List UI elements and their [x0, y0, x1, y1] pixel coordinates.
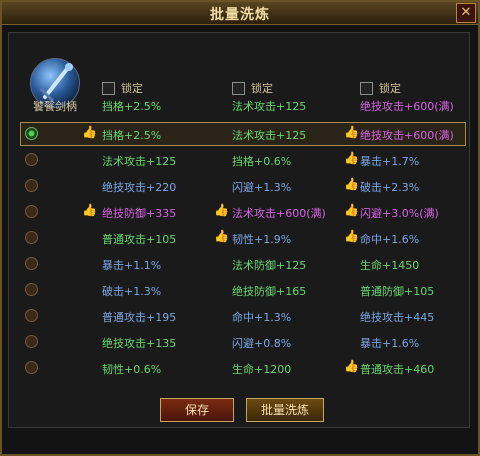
- thumbs-up-icon: 👍: [344, 229, 359, 243]
- attribute-cell: 普通攻击+460: [360, 363, 435, 376]
- checkbox-icon[interactable]: [102, 81, 115, 95]
- batch-refine-button[interactable]: 批量洗炼: [246, 398, 324, 422]
- row-radio-button[interactable]: [25, 309, 38, 322]
- current-attr-2: 法术攻击+125: [232, 100, 307, 113]
- row-radio-button[interactable]: [25, 127, 38, 140]
- attribute-cell: 绝技攻击+220: [102, 181, 177, 194]
- lock-checkbox-2[interactable]: 锁定: [232, 80, 273, 96]
- row-radio-button[interactable]: [25, 257, 38, 270]
- thumbs-up-icon: 👍: [214, 203, 229, 217]
- attribute-cell: 绝技攻击+445: [360, 311, 435, 324]
- attribute-cell: 闪避+3.0%(满): [360, 207, 439, 220]
- row-radio-button[interactable]: [25, 179, 38, 192]
- save-button[interactable]: 保存: [160, 398, 234, 422]
- row-radio-button[interactable]: [25, 283, 38, 296]
- lock-label: 锁定: [121, 82, 143, 95]
- attribute-cell: 闪避+0.8%: [232, 337, 292, 350]
- lock-label: 锁定: [379, 82, 401, 95]
- thumbs-up-icon: 👍: [82, 125, 97, 139]
- row-radio-button[interactable]: [25, 205, 38, 218]
- attribute-cell: 命中+1.6%: [360, 233, 420, 246]
- row-radio-button[interactable]: [25, 361, 38, 374]
- attribute-cell: 普通攻击+105: [102, 233, 177, 246]
- thumbs-up-icon: 👍: [344, 125, 359, 139]
- attribute-cell: 普通攻击+195: [102, 311, 177, 324]
- refine-window: 批量洗炼 ✕ 饕餮剑柄 锁定 锁定 锁定 挡格+2.5% 法术攻击+125 绝技…: [0, 0, 480, 456]
- attribute-cell: 绝技攻击+135: [102, 337, 177, 350]
- attribute-cell: 闪避+1.3%: [232, 181, 292, 194]
- lock-checkbox-3[interactable]: 锁定: [360, 80, 401, 96]
- attribute-cell: 挡格+0.6%: [232, 155, 292, 168]
- attribute-cell: 法术攻击+600(满): [232, 207, 326, 220]
- attribute-cell: 绝技防御+165: [232, 285, 307, 298]
- thumbs-up-icon: 👍: [344, 359, 359, 373]
- title-bar[interactable]: 批量洗炼 ✕: [2, 2, 478, 25]
- window-title: 批量洗炼: [210, 7, 270, 23]
- attribute-cell: 暴击+1.6%: [360, 337, 420, 350]
- lock-label: 锁定: [251, 82, 273, 95]
- attribute-cell: 生命+1200: [232, 363, 292, 376]
- attribute-cell: 暴击+1.7%: [360, 155, 420, 168]
- row-radio-button[interactable]: [25, 335, 38, 348]
- checkbox-icon[interactable]: [360, 81, 373, 95]
- row-radio-button[interactable]: [25, 231, 38, 244]
- attribute-cell: 挡格+2.5%: [102, 129, 162, 142]
- attribute-cell: 破击+2.3%: [360, 181, 420, 194]
- attribute-cell: 法术攻击+125: [232, 129, 307, 142]
- lock-checkbox-1[interactable]: 锁定: [102, 80, 143, 96]
- attribute-cell: 绝技防御+335: [102, 207, 177, 220]
- thumbs-up-icon: 👍: [214, 229, 229, 243]
- attribute-cell: 暴击+1.1%: [102, 259, 162, 272]
- attribute-cell: 韧性+1.9%: [232, 233, 292, 246]
- thumbs-up-icon: 👍: [344, 177, 359, 191]
- attribute-cell: 普通防御+105: [360, 285, 435, 298]
- checkbox-icon[interactable]: [232, 81, 245, 95]
- attribute-cell: 法术攻击+125: [102, 155, 177, 168]
- item-name: 饕餮剑柄: [33, 100, 77, 113]
- current-attr-1: 挡格+2.5%: [102, 100, 162, 113]
- row-radio-button[interactable]: [25, 153, 38, 166]
- close-icon[interactable]: ✕: [456, 3, 476, 23]
- attribute-cell: 破击+1.3%: [102, 285, 162, 298]
- attribute-cell: 绝技攻击+600(满): [360, 129, 454, 142]
- attribute-cell: 命中+1.3%: [232, 311, 292, 324]
- attribute-cell: 生命+1450: [360, 259, 420, 272]
- attribute-cell: 韧性+0.6%: [102, 363, 162, 376]
- thumbs-up-icon: 👍: [82, 203, 97, 217]
- thumbs-up-icon: 👍: [344, 203, 359, 217]
- thumbs-up-icon: 👍: [344, 151, 359, 165]
- attribute-cell: 法术防御+125: [232, 259, 307, 272]
- current-attr-3: 绝技攻击+600(满): [360, 100, 454, 113]
